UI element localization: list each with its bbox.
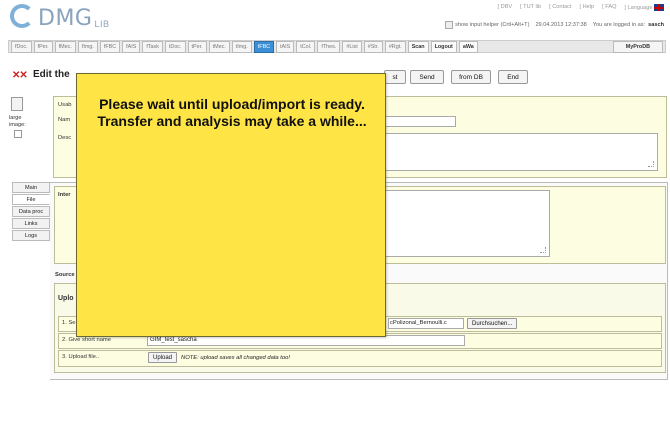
source-label: Source <box>55 272 75 278</box>
tab-ftask[interactable]: fTask <box>142 40 163 53</box>
tab-tmec[interactable]: tMec. <box>208 40 230 53</box>
awa-button[interactable]: aWa <box>458 40 478 53</box>
list-button[interactable]: st <box>384 70 406 84</box>
nav-logs[interactable]: Logs <box>12 230 50 241</box>
tab-tais[interactable]: tAIS <box>276 40 295 53</box>
step1-label: 1. Se <box>62 320 76 326</box>
internal-label: Inter <box>58 192 71 198</box>
nav-data-proc[interactable]: Data proc <box>12 206 50 217</box>
tab-fthes[interactable]: fThes. <box>317 40 341 53</box>
large-image-label: large image: <box>9 115 26 128</box>
upload-button[interactable]: Upload <box>148 352 178 363</box>
top-navigation: [ DBV [ TUT lib [ Contact [ Help [ FAQ [… <box>498 4 664 11</box>
logout-button[interactable]: Logout <box>430 40 457 53</box>
tab-tfbc[interactable]: tFBC <box>253 40 275 53</box>
uk-flag-icon[interactable] <box>654 4 664 11</box>
logo-subtext: LIB <box>94 19 110 29</box>
close-marks-icon[interactable]: ✕✕ <box>12 70 28 81</box>
browse-button[interactable]: Durchsuchen... <box>467 318 518 329</box>
tab-tper[interactable]: tPer. <box>187 40 207 53</box>
nav-links[interactable]: Links <box>12 218 50 229</box>
topnav-contact[interactable]: [ Contact <box>549 4 571 11</box>
large-image-checkbox[interactable] <box>14 130 22 138</box>
step3-label: 3. Upload file.. <box>62 354 100 360</box>
tab-str[interactable]: #Str. <box>363 40 383 53</box>
tab-tcol[interactable]: tCol. <box>296 40 316 53</box>
topnav-tut-lib[interactable]: [ TUT lib <box>520 4 541 11</box>
send-button[interactable]: Send <box>410 70 444 84</box>
scan-button[interactable]: Scan <box>407 40 429 53</box>
tab-fdoc[interactable]: fDoc. <box>11 40 32 53</box>
upload-heading: Uplo <box>58 295 74 302</box>
upload-wait-dialog: Please wait until upload/import is ready… <box>76 73 386 337</box>
upload-note: NOTE: upload saves all changed data too! <box>181 354 290 361</box>
tab-timg[interactable]: tImg. <box>231 40 252 53</box>
tab-fmec[interactable]: fMec. <box>54 40 76 53</box>
logo-text: DMG <box>38 6 93 31</box>
wait-message: Please wait until upload/import is ready… <box>97 96 367 129</box>
topnav-dbv[interactable]: [ DBV <box>498 4 513 11</box>
nav-file[interactable]: File <box>12 194 50 205</box>
logged-in-label: You are logged in as: <box>592 22 646 28</box>
name-label: Nam <box>58 117 71 123</box>
tab-tdoc[interactable]: tDoc. <box>164 40 186 53</box>
tab-rgt[interactable]: #Rgt. <box>384 40 406 53</box>
header-datetime: 29.04.2013 12:37:38 <box>535 22 587 28</box>
logo-mark-icon <box>10 4 34 28</box>
tab-fimg[interactable]: fImg. <box>77 40 98 53</box>
nav-main[interactable]: Main <box>12 182 50 193</box>
description-label: Desc <box>58 135 72 141</box>
from-db-button[interactable]: from DB <box>451 70 491 84</box>
tab-fais[interactable]: fAIS <box>122 40 141 53</box>
tab-ffbc[interactable]: fFBC <box>99 40 121 53</box>
input-helper-label: show input helper (Crtl+Alt+T) <box>455 22 530 28</box>
usab-label: Usab <box>58 102 72 108</box>
main-tabbar: fDoc. fPer. fMec. fImg. fFBC fAIS fTask … <box>8 40 666 53</box>
file-path-input[interactable]: cPolizonal_Bernoulli.c <box>388 318 464 329</box>
app-logo: DMG LIB <box>10 3 110 31</box>
end-button[interactable]: End <box>498 70 528 84</box>
image-thumbnail[interactable] <box>11 97 23 111</box>
tab-fper[interactable]: fPer. <box>33 40 53 53</box>
topnav-help[interactable]: [ Help <box>580 4 595 11</box>
page-title: Edit the <box>33 69 70 80</box>
left-nav: Main File Data proc Links Logs <box>12 182 50 242</box>
logged-in-user: sasch <box>648 22 664 28</box>
myprodb-button[interactable]: MyProDB <box>612 40 663 53</box>
input-helper-checkbox[interactable] <box>445 21 454 29</box>
topnav-faq[interactable]: [ FAQ <box>602 4 616 11</box>
tab-list[interactable]: #List <box>342 40 362 53</box>
header-status: show input helper (Crtl+Alt+T) 29.04.201… <box>445 21 664 29</box>
topnav-language[interactable]: [ Language <box>624 4 664 11</box>
step2-label: 2. Give short name <box>62 337 111 343</box>
